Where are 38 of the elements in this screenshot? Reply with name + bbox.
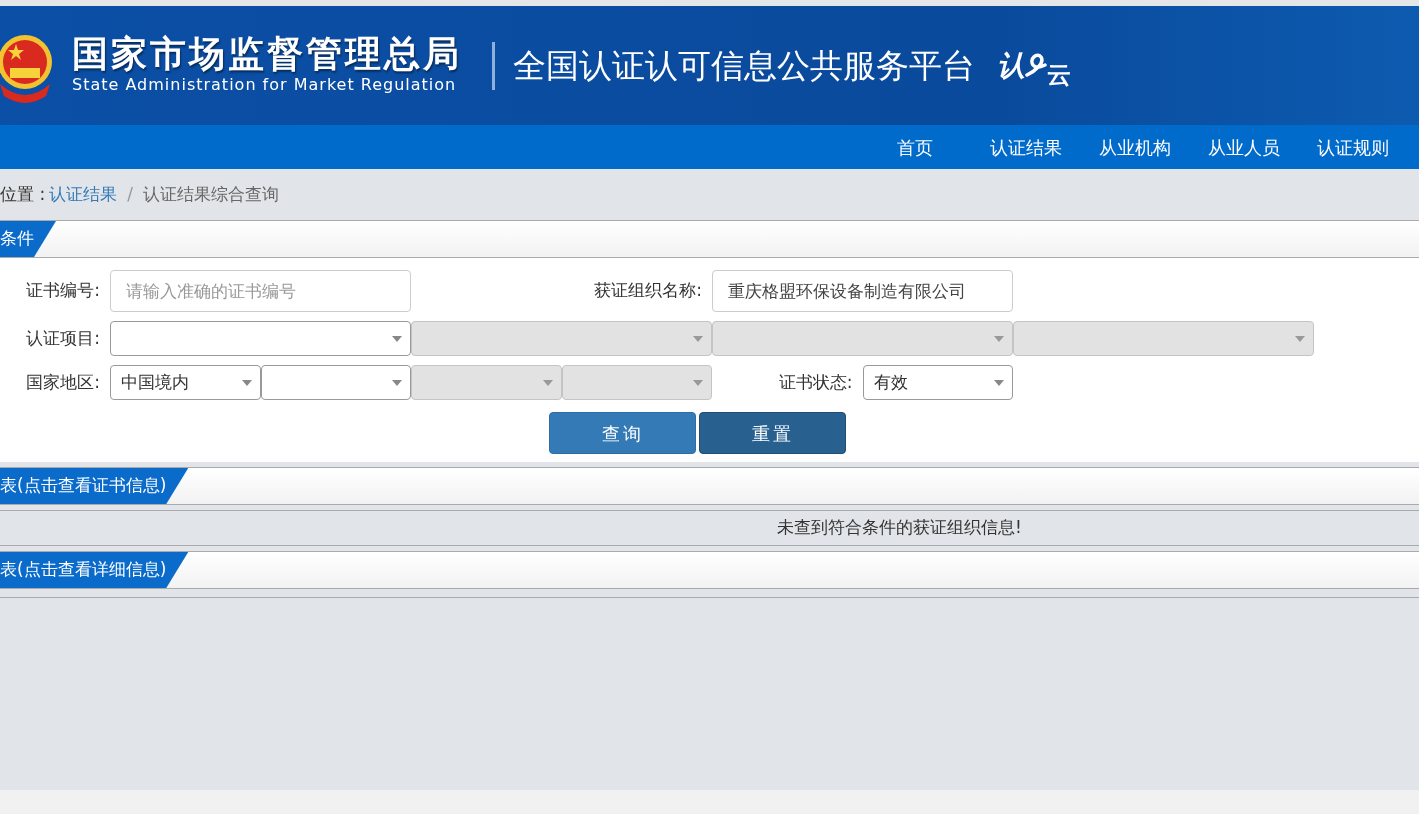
nav-link[interactable]: 认证结果 [953,133,1062,161]
caret-icon [1295,335,1305,342]
nav-link[interactable]: 首页 [860,133,953,161]
breadcrumb-current: 认证结果综合查询 [142,182,279,206]
breadcrumb-label: 位置 : [0,182,46,206]
nav-link[interactable]: 从业人员 [1171,133,1280,161]
dropdown[interactable] [110,321,411,356]
breadcrumb-separator: / [127,182,133,206]
dropdown[interactable]: 有效 [862,365,1013,400]
section-tab[interactable]: 表(点击查看详细信息) [0,552,189,588]
caret-icon [392,379,402,386]
dropdown[interactable] [260,365,411,400]
platform-title: 全国认证认可信息公共服务平台 [513,44,975,87]
dropdown[interactable]: 中国境内 [110,365,261,400]
agency-english-name: State Administration for Market Regulation [72,74,458,97]
input-field[interactable]: 请输入准确的证书编号 [110,270,411,312]
breadcrumb-link[interactable]: 认证结果 [49,181,118,208]
nav-link[interactable]: 认证规则 [1280,133,1389,161]
caret-icon [994,379,1004,386]
field-label: 证书状态: [777,370,854,394]
field-label: 国家地区: [25,370,101,394]
field-label: 认证项目: [25,326,101,350]
reset-button[interactable]: 重置 [699,412,846,454]
input-field[interactable]: 重庆格盟环保设备制造有限公司 [712,270,1013,312]
caret-icon [693,379,703,386]
caret-icon [994,335,1004,342]
logo: 认 云 [997,47,1071,91]
field-label: 获证组织名称: [593,279,703,303]
section-tab[interactable]: 表(点击查看证书信息) [0,468,189,504]
nav-link[interactable]: 从业机构 [1062,133,1171,161]
empty-result-message: 未查到符合条件的获证组织信息! [0,510,1419,546]
caret-icon [241,379,252,386]
caret-icon [693,335,703,342]
caret-icon [392,335,402,342]
agency-title: 国家市场监督管理总局 [72,33,462,74]
search-button[interactable]: 查询 [549,412,696,454]
field-label: 证书编号: [25,279,101,303]
caret-icon [542,379,553,386]
